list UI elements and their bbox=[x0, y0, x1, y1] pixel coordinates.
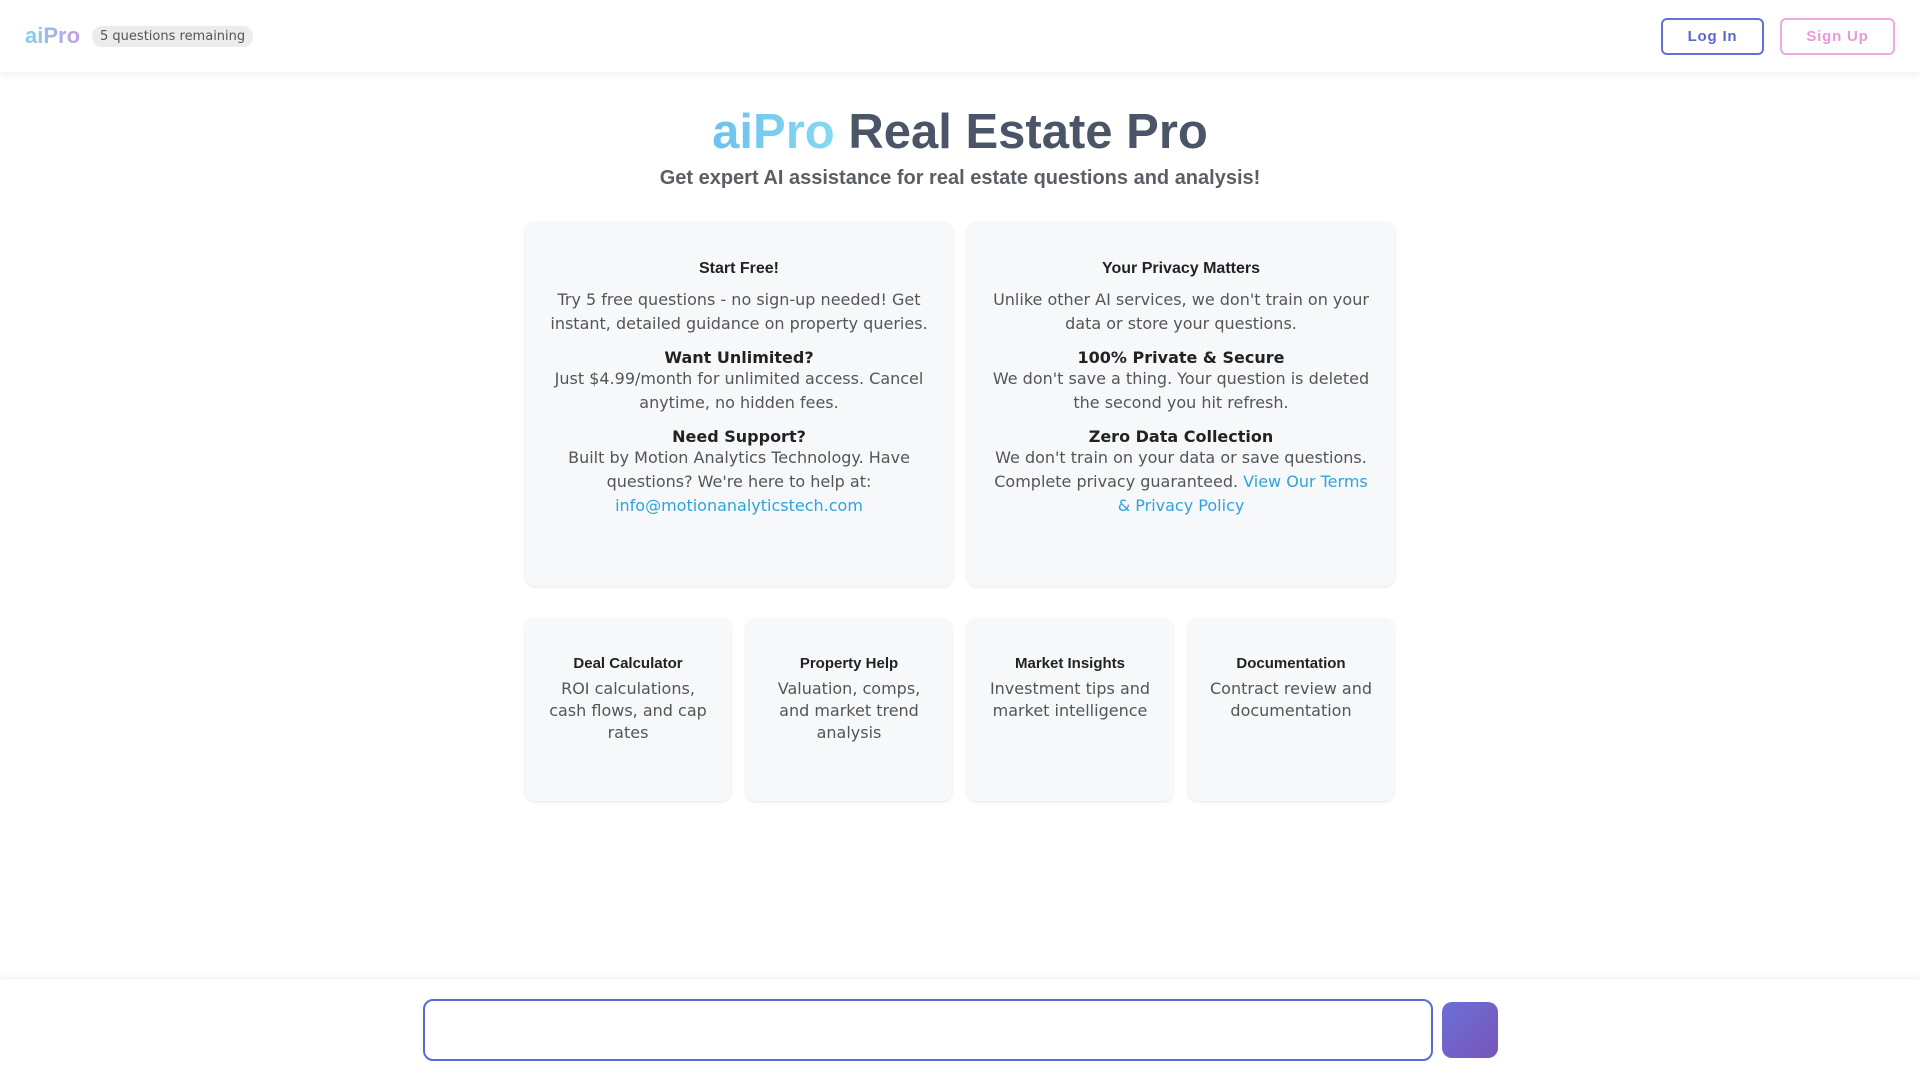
login-button[interactable]: Log In bbox=[1661, 17, 1764, 55]
questions-remaining-badge: 5 questions remaining bbox=[92, 25, 254, 47]
feature-text: ROI calculations, cash flows, and cap ra… bbox=[549, 679, 707, 742]
signup-button[interactable]: Sign Up bbox=[1780, 17, 1895, 55]
need-support-text: Built by Motion Analytics Technology. Ha… bbox=[568, 448, 910, 491]
privacy-heading: Your Privacy Matters bbox=[1102, 260, 1260, 277]
auth-buttons: Log In Sign Up bbox=[1661, 17, 1895, 55]
feature-card-deal-calculator[interactable]: Deal Calculator ROI calculations, cash f… bbox=[525, 618, 731, 801]
private-secure-heading: 100% Private & Secure bbox=[1077, 348, 1285, 367]
support-email-link[interactable]: info@motionanalyticstech.com bbox=[615, 496, 863, 515]
zero-data-heading: Zero Data Collection bbox=[1088, 427, 1274, 446]
feature-title: Property Help bbox=[799, 655, 899, 672]
privacy-card: Your Privacy Matters Unlike other AI ser… bbox=[967, 222, 1395, 586]
start-free-card: Start Free! Try 5 free questions - no si… bbox=[525, 222, 953, 586]
feature-card-market-insights[interactable]: Market Insights Investment tips and mark… bbox=[967, 618, 1173, 801]
start-free-heading: Start Free! bbox=[698, 260, 780, 277]
question-input[interactable] bbox=[423, 999, 1433, 1061]
feature-title: Documentation bbox=[1236, 655, 1346, 672]
private-secure-text: We don't save a thing. Your question is … bbox=[992, 369, 1370, 412]
feature-title: Market Insights bbox=[1014, 655, 1126, 672]
privacy-text: Unlike other AI services, we don't train… bbox=[993, 290, 1369, 333]
page-title-rest: Real Estate Pro bbox=[834, 105, 1208, 159]
logo[interactable]: aiPro bbox=[25, 23, 80, 49]
want-unlimited-heading: Want Unlimited? bbox=[664, 348, 814, 367]
feature-card-documentation[interactable]: Documentation Contract review and docume… bbox=[1188, 618, 1394, 801]
top-navbar: aiPro 5 questions remaining Log In Sign … bbox=[0, 0, 1920, 72]
zero-data-text: We don't train on your data or save ques… bbox=[989, 446, 1373, 518]
start-free-text: Try 5 free questions - no sign-up needed… bbox=[550, 290, 928, 333]
want-unlimited-text: Just $4.99/month for unlimited access. C… bbox=[554, 369, 924, 412]
feature-text: Investment tips and market intelligence bbox=[989, 679, 1151, 720]
page-title: aiPro Real Estate Pro bbox=[0, 104, 1920, 160]
need-support-heading: Need Support? bbox=[672, 427, 806, 446]
page-subtitle: Get expert AI assistance for real estate… bbox=[659, 167, 1261, 189]
feature-text: Valuation, comps, and market trend analy… bbox=[777, 679, 921, 742]
send-button[interactable] bbox=[1442, 1002, 1498, 1058]
page-title-brand: aiPro bbox=[712, 105, 835, 159]
feature-card-property-help[interactable]: Property Help Valuation, comps, and mark… bbox=[746, 618, 952, 801]
feature-text: Contract review and documentation bbox=[1209, 679, 1372, 720]
feature-title: Deal Calculator bbox=[573, 655, 683, 672]
